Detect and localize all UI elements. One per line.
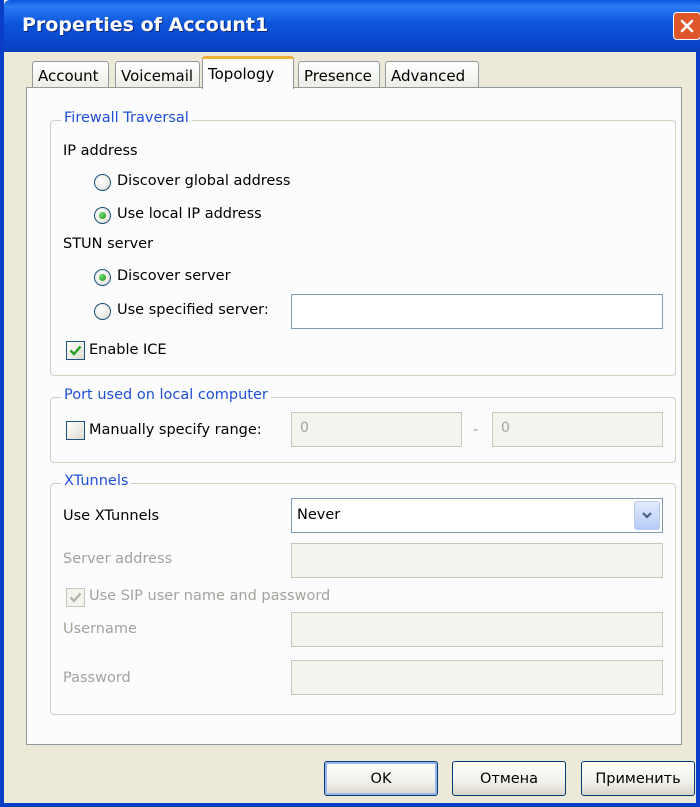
enable-ice-label[interactable]: Enable ICE <box>89 342 167 358</box>
username-label: Username <box>63 621 137 637</box>
use-specified-server-radio[interactable] <box>94 303 111 320</box>
enable-ice-checkbox[interactable] <box>66 341 85 360</box>
window-title: Properties of Account1 <box>22 14 269 36</box>
apply-button-label: Применить <box>595 770 681 787</box>
port-legend: Port used on local computer <box>61 387 271 403</box>
close-icon <box>679 18 695 34</box>
tab-presence[interactable]: Presence <box>298 61 380 89</box>
password-label: Password <box>63 670 131 686</box>
username-input[interactable] <box>291 612 663 647</box>
checkmark-icon <box>69 345 82 356</box>
use-local-ip-label[interactable]: Use local IP address <box>117 206 262 222</box>
ip-address-label: IP address <box>63 143 138 159</box>
tab-advanced[interactable]: Advanced <box>385 61 479 89</box>
discover-server-label[interactable]: Discover server <box>117 268 231 284</box>
ok-button-label: OK <box>370 770 392 787</box>
password-input[interactable] <box>291 660 663 695</box>
use-xtunnels-value: Never <box>297 507 341 523</box>
chevron-down-icon <box>642 512 652 519</box>
cancel-button-label: Отмена <box>479 770 539 787</box>
use-local-ip-radio[interactable] <box>94 207 111 224</box>
use-specified-server-label[interactable]: Use specified server: <box>117 302 269 318</box>
use-xtunnels-label: Use XTunnels <box>63 508 160 524</box>
ok-button[interactable]: OK <box>324 761 438 796</box>
use-sip-credentials-label[interactable]: Use SIP user name and password <box>89 588 330 604</box>
port-range-separator: - <box>473 422 479 438</box>
tab-voicemail[interactable]: Voicemail <box>115 61 200 89</box>
discover-global-address-label[interactable]: Discover global address <box>117 173 290 189</box>
manual-range-label[interactable]: Manually specify range: <box>89 422 262 438</box>
discover-global-address-radio[interactable] <box>94 174 111 191</box>
tab-label: Advanced <box>391 66 466 85</box>
stun-server-input[interactable] <box>291 294 663 329</box>
tab-label: Account <box>38 66 99 85</box>
checkmark-icon <box>69 592 82 603</box>
title-bar[interactable]: Properties of Account1 <box>4 0 700 52</box>
use-xtunnels-select[interactable]: Never <box>291 498 663 533</box>
tab-label: Voicemail <box>121 66 194 85</box>
tab-topology[interactable]: Topology <box>202 56 294 89</box>
apply-button[interactable]: Применить <box>581 761 695 796</box>
use-sip-credentials-checkbox[interactable] <box>66 588 85 607</box>
dropdown-arrow-button[interactable] <box>634 501 660 530</box>
manual-range-checkbox[interactable] <box>66 421 85 440</box>
close-button[interactable] <box>673 12 700 40</box>
tab-account[interactable]: Account <box>32 61 109 89</box>
tab-label: Presence <box>304 66 372 85</box>
server-address-input[interactable] <box>291 543 663 578</box>
stun-server-label: STUN server <box>63 236 154 252</box>
discover-server-radio[interactable] <box>94 269 111 286</box>
cancel-button[interactable]: Отмена <box>452 761 566 796</box>
properties-dialog: Properties of Account1 Account Voicemail… <box>0 0 700 807</box>
port-range-from-input[interactable]: 0 <box>291 412 462 447</box>
port-range-to-input[interactable]: 0 <box>492 412 663 447</box>
firewall-traversal-legend: Firewall Traversal <box>61 110 192 126</box>
tab-label: Topology <box>208 65 275 83</box>
server-address-label: Server address <box>63 551 173 567</box>
xtunnels-legend: XTunnels <box>61 473 132 489</box>
